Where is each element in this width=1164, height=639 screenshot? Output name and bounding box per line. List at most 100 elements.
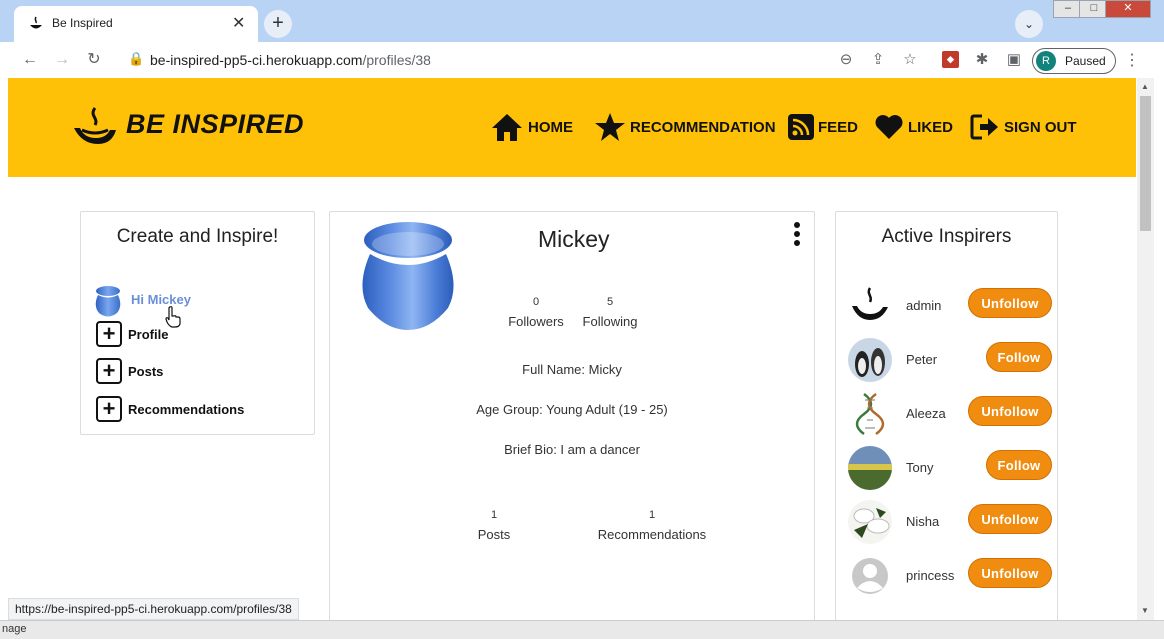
- followers-count: 0: [532, 296, 540, 308]
- inspirer-avatar[interactable]: [848, 338, 892, 382]
- unfollow-button[interactable]: Unfollow: [968, 504, 1052, 534]
- extension-icon[interactable]: ◆: [942, 51, 959, 68]
- full-name: Full Name: Micky: [522, 362, 622, 377]
- profile-status: Paused: [1065, 54, 1106, 68]
- sign-out-icon: [970, 114, 998, 140]
- inspirer-name[interactable]: Peter: [906, 352, 937, 367]
- inspirer-item[interactable]: Tony Follow: [846, 444, 1056, 492]
- brief-bio: Brief Bio: I am a dancer: [504, 442, 640, 457]
- inspirer-name[interactable]: Tony: [906, 460, 933, 475]
- rss-icon: [788, 114, 814, 140]
- nav-home-label: HOME: [528, 118, 573, 136]
- inspirer-avatar[interactable]: [848, 446, 892, 490]
- lock-icon[interactable]: 🔒: [128, 51, 144, 67]
- brand-name[interactable]: BE INSPIRED: [126, 109, 304, 140]
- recommendations-count: 1: [648, 509, 656, 521]
- create-posts-item[interactable]: + Posts: [96, 358, 163, 384]
- more-options-icon[interactable]: [792, 222, 802, 249]
- active-inspirers-title: Active Inspirers: [881, 226, 1012, 247]
- plus-icon: +: [96, 396, 122, 422]
- new-tab-icon[interactable]: +: [264, 10, 292, 38]
- nav-feed-label: FEED: [818, 118, 859, 136]
- followers-label: Followers: [508, 314, 564, 329]
- age-group: Age Group: Young Adult (19 - 25): [476, 402, 668, 417]
- create-panel-title: Create and Inspire!: [116, 226, 279, 247]
- create-recommendations-item[interactable]: + Recommendations: [96, 396, 244, 422]
- taskbar-strip: nage: [0, 620, 1164, 639]
- scroll-up-icon[interactable]: ▲: [1141, 82, 1149, 91]
- home-icon: [492, 114, 522, 141]
- follow-button[interactable]: Follow: [986, 450, 1052, 480]
- inspirer-item[interactable]: Aleeza Unfollow: [846, 390, 1056, 438]
- page-scrollbar[interactable]: ▲ ▼: [1137, 78, 1154, 620]
- create-recommendations-label: Recommendations: [128, 401, 245, 417]
- inspirer-name[interactable]: Nisha: [906, 514, 939, 529]
- zoom-icon[interactable]: ⊖: [836, 50, 856, 70]
- plus-icon: +: [96, 358, 122, 384]
- inspirer-avatar[interactable]: [848, 500, 892, 544]
- inspirer-name[interactable]: princess: [906, 568, 954, 583]
- unfollow-button[interactable]: Unfollow: [968, 558, 1052, 588]
- puzzle-icon[interactable]: ✱: [972, 50, 992, 70]
- inspirer-item[interactable]: admin Unfollow: [846, 282, 1056, 330]
- forward-icon[interactable]: →: [52, 50, 72, 70]
- plus-icon: +: [96, 321, 122, 347]
- following-label: Following: [582, 314, 638, 329]
- profile-avatar-image: [362, 222, 454, 330]
- nav-home[interactable]: HOME: [490, 112, 573, 142]
- browser-chrome: Be Inspired ✕ + ⌄ – □ ✕ ← → ↻ 🔒 be-inspi…: [0, 0, 1164, 78]
- tab-close-icon[interactable]: ✕: [232, 13, 245, 33]
- inspirer-item[interactable]: Nisha Unfollow: [846, 498, 1056, 546]
- tab-title: Be Inspired: [52, 16, 113, 30]
- url-host: be-inspired-pp5-ci.herokuapp.com: [150, 52, 363, 68]
- nav-sign-out[interactable]: SIGN OUT: [970, 112, 1077, 142]
- address-bar[interactable]: be-inspired-pp5-ci.herokuapp.com/profile…: [150, 52, 431, 68]
- inspirer-name[interactable]: Aleeza: [906, 406, 946, 421]
- profile-panel: Mickey 0 Followers 5 Following Full Name…: [329, 211, 815, 620]
- inspirer-name[interactable]: admin: [906, 298, 941, 313]
- nav-recommendation-label: RECOMMENDATION: [630, 118, 776, 136]
- heart-icon: [875, 115, 903, 139]
- window-close-icon[interactable]: ✕: [1105, 0, 1151, 18]
- recommendations-stat: 1 Recommendations: [592, 509, 712, 542]
- inspirer-item[interactable]: Peter Follow: [846, 336, 1056, 384]
- unfollow-button[interactable]: Unfollow: [968, 396, 1052, 426]
- site-navbar: BE INSPIRED HOME RECOMMENDATION FEED LIK…: [8, 78, 1136, 177]
- side-panel-icon[interactable]: ▣: [1004, 50, 1024, 70]
- share-icon[interactable]: ⇪: [868, 50, 888, 70]
- tab-bar: Be Inspired ✕ + ⌄ – □ ✕: [0, 0, 1164, 42]
- profile-chip[interactable]: R Paused: [1032, 48, 1116, 74]
- star-icon: [595, 113, 625, 141]
- tab-search-icon[interactable]: ⌄: [1015, 10, 1043, 38]
- reload-icon[interactable]: ↻: [84, 50, 104, 70]
- nav-liked[interactable]: LIKED: [874, 112, 953, 142]
- following-stat: 5 Following: [574, 296, 646, 329]
- profile-name: Mickey: [538, 226, 610, 252]
- nav-feed[interactable]: FEED: [788, 112, 858, 142]
- bookmark-star-icon[interactable]: ☆: [900, 50, 920, 70]
- browser-menu-icon[interactable]: ⋮: [1124, 50, 1140, 70]
- follow-button[interactable]: Follow: [986, 342, 1052, 372]
- user-avatar[interactable]: [93, 286, 123, 318]
- nav-recommendation[interactable]: RECOMMENDATION: [594, 112, 776, 142]
- create-profile-item[interactable]: + Profile: [96, 321, 168, 347]
- browser-toolbar: ← → ↻ 🔒 be-inspired-pp5-ci.herokuapp.com…: [0, 42, 1164, 78]
- browser-tab[interactable]: Be Inspired ✕: [14, 6, 258, 42]
- back-icon[interactable]: ←: [20, 50, 40, 70]
- lamp-logo-icon[interactable]: [72, 106, 118, 146]
- posts-stat: 1 Posts: [460, 509, 528, 542]
- scroll-down-icon[interactable]: ▼: [1141, 606, 1149, 615]
- inspirer-avatar[interactable]: [848, 284, 892, 328]
- posts-label: Posts: [477, 527, 511, 542]
- recommendations-label: Recommendations: [597, 527, 707, 542]
- create-posts-label: Posts: [128, 363, 164, 379]
- page-viewport: BE INSPIRED HOME RECOMMENDATION FEED LIK…: [0, 78, 1164, 620]
- inspirer-item[interactable]: princess Unfollow: [846, 552, 1056, 600]
- posts-count: 1: [490, 509, 498, 521]
- inspirer-avatar[interactable]: [848, 392, 892, 436]
- scroll-thumb[interactable]: [1140, 96, 1151, 231]
- greeting-link[interactable]: Hi Mickey: [131, 292, 191, 307]
- nav-sign-out-label: SIGN OUT: [1004, 118, 1077, 136]
- default-avatar-icon[interactable]: [848, 554, 892, 598]
- unfollow-button[interactable]: Unfollow: [968, 288, 1052, 318]
